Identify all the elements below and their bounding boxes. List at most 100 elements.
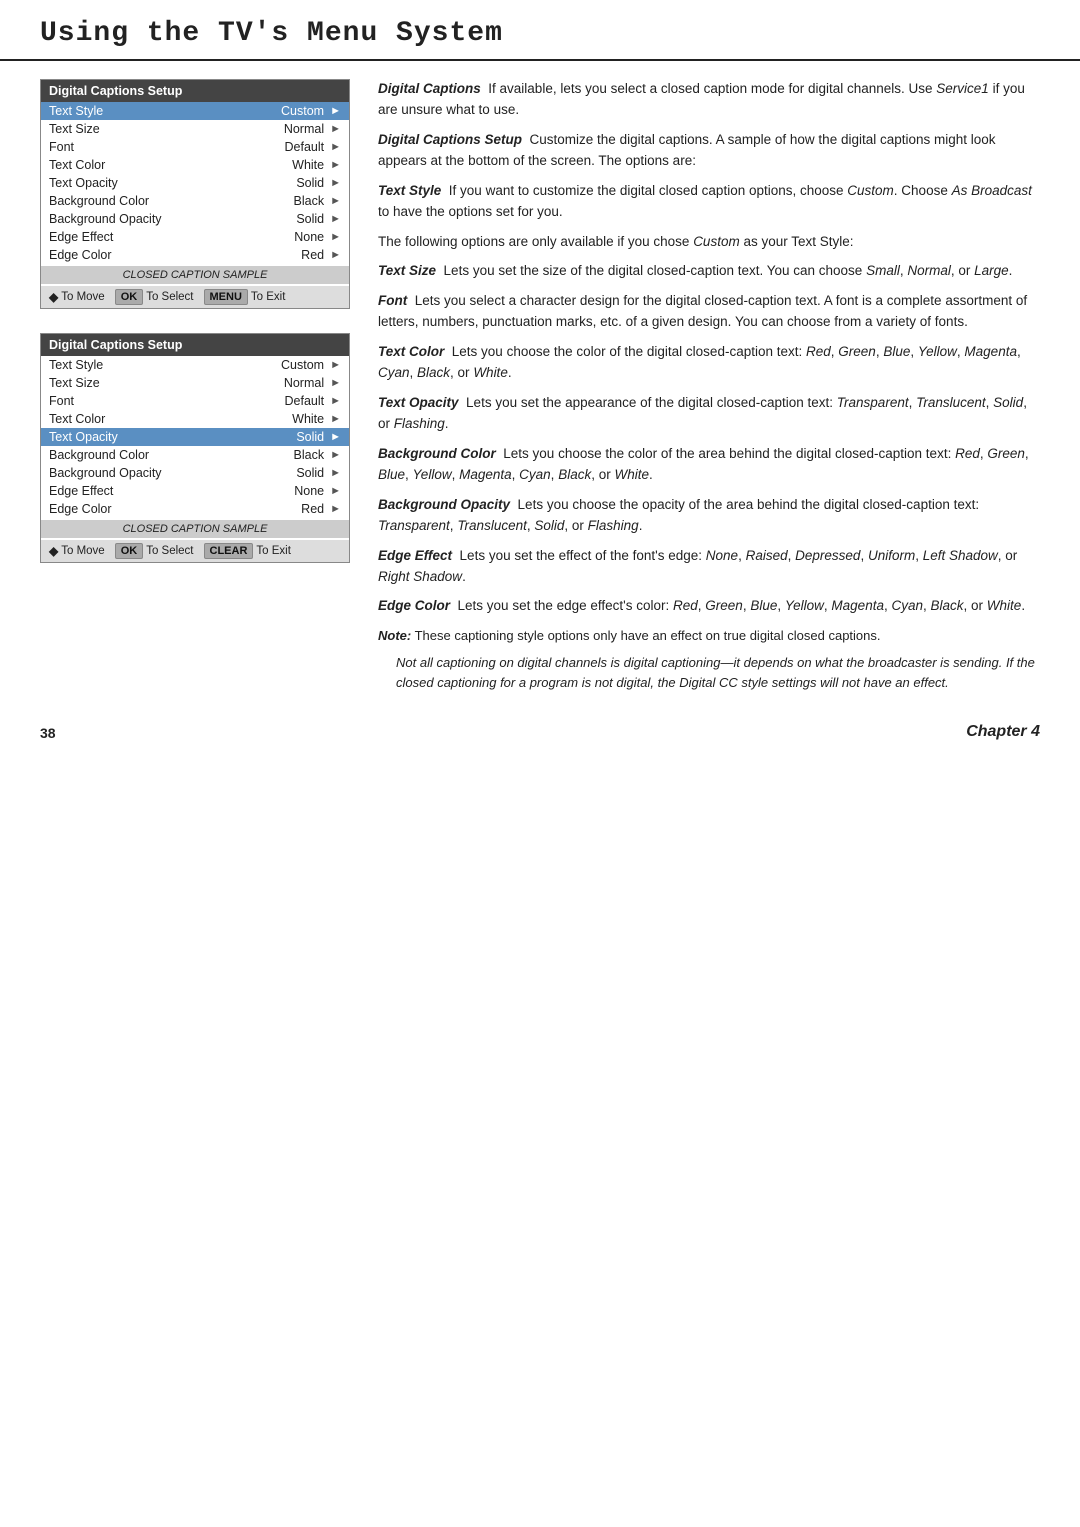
arrow-icon: ► (330, 395, 341, 407)
entry-title: Text Color (378, 344, 444, 359)
arrow-icon: ► (330, 213, 341, 225)
arrow-icon: ► (330, 141, 341, 153)
section-font: Font Lets you select a character design … (378, 291, 1040, 333)
menu-row[interactable]: Text Size Normal ► (41, 120, 349, 138)
footer-item: CLEARTo Exit (204, 543, 291, 559)
footer-item: MENUTo Exit (204, 289, 286, 305)
menu-row[interactable]: Font Default ► (41, 138, 349, 156)
arrow-icon: ► (330, 359, 341, 371)
menu-row[interactable]: Text Style Custom ► (41, 356, 349, 374)
closed-caption-sample-bottom: CLOSED CAPTION SAMPLE (41, 520, 349, 538)
arrow-icon: ► (330, 449, 341, 461)
arrow-icon: ► (330, 123, 341, 135)
menu-row-value: Solid (296, 466, 324, 480)
arrow-icon: ► (330, 485, 341, 497)
menu-row-label: Font (49, 140, 285, 154)
section-text-color: Text Color Lets you choose the color of … (378, 342, 1040, 384)
menu-row[interactable]: Edge Color Red ► (41, 246, 349, 264)
menu-top-footer: ◆To MoveOKTo SelectMENUTo Exit (41, 286, 349, 308)
menu-row-value: Default (285, 394, 325, 408)
menu-row[interactable]: Background Color Black ► (41, 192, 349, 210)
menu-bottom-rows: Text Style Custom ►Text Size Normal ►Fon… (41, 356, 349, 518)
entry-title: Digital Captions Setup (378, 132, 522, 147)
entry-title: Digital Captions (378, 81, 481, 96)
menu-row[interactable]: Background Color Black ► (41, 446, 349, 464)
menu-row-label: Background Opacity (49, 466, 296, 480)
section-note: Note: These captioning style options onl… (378, 626, 1040, 692)
menu-row-value: Red (301, 248, 324, 262)
menu-row-label: Text Style (49, 358, 281, 372)
section-text-opacity: Text Opacity Lets you set the appearance… (378, 393, 1040, 435)
arrow-icon: ► (330, 249, 341, 261)
menu-row-value: Normal (284, 122, 324, 136)
menu-bottom-footer: ◆To Move OKTo Select CLEARTo Exit (41, 540, 349, 562)
right-column: Digital Captions If available, lets you … (378, 79, 1040, 693)
page-number: 38 (40, 725, 56, 741)
menu-row-label: Edge Effect (49, 230, 294, 244)
footer-button[interactable]: MENU (204, 289, 248, 305)
footer-item: ◆To Move (49, 544, 105, 558)
menu-row-value: Default (285, 140, 325, 154)
entry-title: Note: (378, 628, 411, 643)
footer-button[interactable]: OK (115, 289, 144, 305)
menu-row[interactable]: Text Style Custom ► (41, 102, 349, 120)
menu-row[interactable]: Edge Effect None ► (41, 228, 349, 246)
menu-row-label: Text Color (49, 158, 292, 172)
menu-row[interactable]: Text Opacity Solid ► (41, 174, 349, 192)
entry-title: Background Color (378, 446, 496, 461)
menu-top-rows: Text Style Custom ►Text Size Normal ►Fon… (41, 102, 349, 264)
arrow-icon: ► (330, 503, 341, 515)
entry-body: These captioning style options only have… (415, 628, 881, 643)
menu-row-value: Solid (296, 212, 324, 226)
arrow-icon: ► (330, 195, 341, 207)
footer-label: To Select (146, 545, 193, 557)
menu-row[interactable]: Font Default ► (41, 392, 349, 410)
arrow-icon: ► (330, 413, 341, 425)
footer-label: To Move (61, 291, 104, 303)
menu-row-value: Black (294, 194, 325, 208)
entry-title: Edge Effect (378, 548, 452, 563)
menu-row-value: White (292, 158, 324, 172)
entry-body: Lets you set the appearance of the digit… (378, 395, 1027, 431)
section-edge-color: Edge Color Lets you set the edge effect'… (378, 596, 1040, 617)
menu-box-bottom: Digital Captions Setup Text Style Custom… (40, 333, 350, 563)
menu-box-top: Digital Captions Setup Text Style Custom… (40, 79, 350, 309)
menu-row[interactable]: Text Size Normal ► (41, 374, 349, 392)
menu-row[interactable]: Text Opacity Solid ► (41, 428, 349, 446)
content-wrapper: Digital Captions Setup Text Style Custom… (0, 79, 1080, 693)
footer-button[interactable]: CLEAR (204, 543, 254, 559)
closed-caption-sample-top: CLOSED CAPTION SAMPLE (41, 266, 349, 284)
menu-row[interactable]: Edge Color Red ► (41, 500, 349, 518)
menu-row[interactable]: Text Color White ► (41, 410, 349, 428)
note-indent: Not all captioning on digital channels i… (396, 653, 1040, 693)
arrow-icon: ► (330, 159, 341, 171)
arrow-icon: ► (330, 467, 341, 479)
menu-row[interactable]: Background Opacity Solid ► (41, 464, 349, 482)
arrow-icon: ◆ (49, 544, 58, 558)
menu-row-label: Text Opacity (49, 176, 296, 190)
entry-body: Lets you select a character design for t… (378, 293, 1027, 329)
footer-button[interactable]: OK (115, 543, 144, 559)
entry-body: If you want to customize the digital clo… (378, 183, 1032, 219)
section-edge-effect: Edge Effect Lets you set the effect of t… (378, 546, 1040, 588)
menu-row[interactable]: Background Opacity Solid ► (41, 210, 349, 228)
menu-row-value: Solid (296, 430, 324, 444)
menu-row-value: Custom (281, 104, 324, 118)
section-custom-note: The following options are only available… (378, 232, 1040, 253)
menu-row-value: Black (294, 448, 325, 462)
menu-row[interactable]: Text Color White ► (41, 156, 349, 174)
footer-item: ◆To Move (49, 290, 105, 304)
menu-row[interactable]: Edge Effect None ► (41, 482, 349, 500)
page-title: Using the TV's Menu System (40, 18, 1040, 49)
arrow-icon: ► (330, 377, 341, 389)
footer-label: To Exit (256, 545, 291, 557)
section-background-color: Background Color Lets you choose the col… (378, 444, 1040, 486)
entry-body: The following options are only available… (378, 234, 854, 249)
menu-row-value: None (294, 484, 324, 498)
page-footer: 38 Chapter 4 (0, 693, 1080, 761)
menu-row-label: Text Color (49, 412, 292, 426)
entry-title: Background Opacity (378, 497, 510, 512)
page-header: Using the TV's Menu System (0, 0, 1080, 61)
menu-row-label: Edge Color (49, 502, 301, 516)
footer-label: To Move (61, 545, 104, 557)
